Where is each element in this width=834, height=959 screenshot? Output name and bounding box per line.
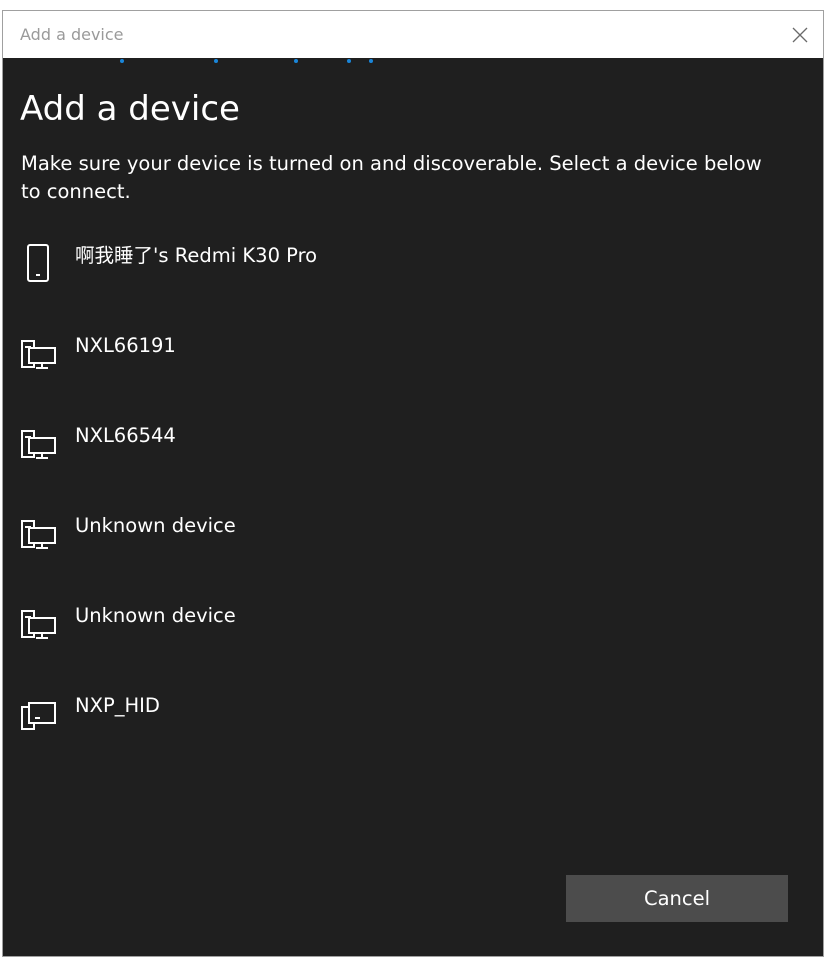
- close-button[interactable]: [777, 11, 823, 58]
- window-title: Add a device: [20, 25, 124, 44]
- computer-icon: [21, 430, 56, 459]
- device-item[interactable]: Unknown device: [3, 589, 823, 679]
- computer-icon: [21, 520, 56, 549]
- cancel-button[interactable]: Cancel: [566, 875, 788, 922]
- device-name: NXL66191: [75, 334, 176, 357]
- device-name: Unknown device: [75, 514, 236, 537]
- device-name: Unknown device: [75, 604, 236, 627]
- device-item[interactable]: Unknown device: [3, 499, 823, 589]
- device-item[interactable]: NXP_HID: [3, 679, 823, 769]
- title-bar[interactable]: Add a device: [3, 11, 823, 58]
- device-item[interactable]: NXL66544: [3, 409, 823, 499]
- device-list: 啊我睡了's Redmi K30 Pro NXL66191 NXL66544 U…: [3, 229, 823, 769]
- device-name: NXP_HID: [75, 694, 160, 717]
- device-name: NXL66544: [75, 424, 176, 447]
- searching-progress-indicator: [3, 58, 823, 64]
- input-device-icon: [21, 702, 56, 730]
- instructions-text: Make sure your device is turned on and d…: [21, 152, 762, 203]
- computer-icon: [21, 610, 56, 639]
- device-name: 啊我睡了's Redmi K30 Pro: [75, 244, 318, 267]
- computer-icon: [21, 340, 56, 369]
- close-icon: [792, 27, 808, 42]
- phone-icon: [27, 244, 49, 282]
- page-title: Add a device: [20, 89, 240, 129]
- add-device-dialog: Add a device Add a device Make sure your…: [2, 10, 824, 957]
- device-item[interactable]: NXL66191: [3, 319, 823, 409]
- device-item[interactable]: 啊我睡了's Redmi K30 Pro: [3, 229, 823, 319]
